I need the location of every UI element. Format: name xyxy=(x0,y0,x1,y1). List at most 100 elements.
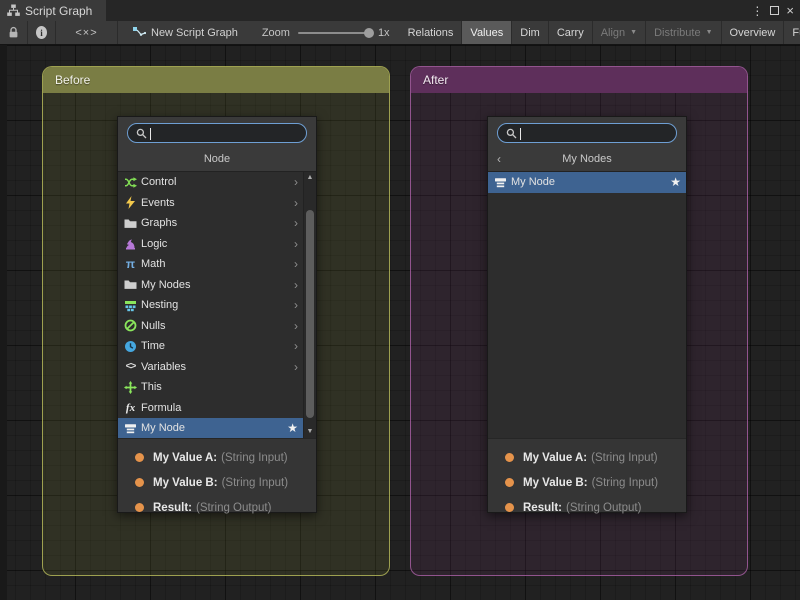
list-item-my-node[interactable]: My Node ★ xyxy=(488,172,686,193)
window-menu-icon[interactable]: ⋮ xyxy=(751,5,763,17)
list-item-label: Control xyxy=(141,176,176,188)
node-search-input[interactable] xyxy=(521,127,668,139)
graph-toolbar: i <×> New Script Graph Zoom 1x Relations… xyxy=(0,21,800,45)
lock-button[interactable] xyxy=(0,21,28,44)
values-label: Values xyxy=(470,27,503,39)
list-item-label: My Node xyxy=(141,422,185,434)
node-preview: My Value A: (String Input) My Value B: (… xyxy=(488,438,686,512)
port-row: Result: (String Output) xyxy=(118,495,316,520)
chevron-right-icon: › xyxy=(294,339,298,353)
finder-header-label: My Nodes xyxy=(562,153,612,165)
scroll-up-icon[interactable]: ▲ xyxy=(304,172,316,184)
list-item-nesting[interactable]: Nesting › xyxy=(118,295,316,316)
group-after-header[interactable]: After xyxy=(411,67,747,93)
text-caret xyxy=(150,128,151,140)
list-item-math[interactable]: π Math › xyxy=(118,254,316,275)
list-item-this[interactable]: This xyxy=(118,377,316,398)
list-item-label: Formula xyxy=(141,402,181,414)
port-dot xyxy=(135,503,144,512)
zoom-slider[interactable] xyxy=(298,32,370,34)
node-search-box[interactable] xyxy=(127,123,307,143)
new-script-graph-button[interactable]: New Script Graph xyxy=(118,21,252,44)
port-label: Result: xyxy=(523,502,562,514)
zoom-slider-thumb[interactable] xyxy=(364,28,374,38)
list-item-logic[interactable]: Logic › xyxy=(118,234,316,255)
star-icon[interactable]: ★ xyxy=(670,175,681,189)
list-scrollbar[interactable]: ▲ ▼ xyxy=(303,172,316,438)
list-item-label: This xyxy=(141,381,162,393)
info-icon: i xyxy=(36,26,47,39)
back-chevron-icon[interactable]: ‹ xyxy=(497,148,501,171)
fuzzy-finder-before: Node Control › Events › Graphs › xyxy=(117,116,317,513)
list-item-events[interactable]: Events › xyxy=(118,193,316,214)
zoom-label: Zoom xyxy=(262,27,290,39)
list-item-my-nodes[interactable]: My Nodes › xyxy=(118,275,316,296)
lock-icon xyxy=(7,26,20,39)
code-preview-button[interactable]: <×> xyxy=(56,21,118,44)
text-caret xyxy=(520,128,521,140)
logic-icon xyxy=(123,237,138,250)
nulls-icon xyxy=(123,319,138,332)
chevron-right-icon: › xyxy=(294,257,298,271)
carry-button[interactable]: Carry xyxy=(549,21,593,44)
graph-node-icon xyxy=(132,26,146,39)
maximize-icon[interactable] xyxy=(770,6,779,15)
list-item-label: Nesting xyxy=(141,299,178,311)
list-item-graphs[interactable]: Graphs › xyxy=(118,213,316,234)
list-item-time[interactable]: Time › xyxy=(118,336,316,357)
list-item-my-node[interactable]: My Node ★ xyxy=(118,418,316,438)
port-label: Result: xyxy=(153,502,192,514)
port-type: (String Output) xyxy=(196,502,271,514)
graph-canvas[interactable]: Before After Node Control xyxy=(0,45,800,600)
my-node-icon xyxy=(493,176,508,189)
canvas-left-edge xyxy=(0,45,7,600)
list-item-variables[interactable]: <> Variables › xyxy=(118,357,316,378)
inspect-button[interactable]: i xyxy=(28,21,56,44)
script-graph-icon xyxy=(7,4,20,17)
port-type: (String Input) xyxy=(221,452,287,464)
tab-script-graph[interactable]: Script Graph xyxy=(0,0,106,21)
port-dot xyxy=(505,503,514,512)
fuzzy-finder-after: ‹ My Nodes My Node ★ My Value A: (String… xyxy=(487,116,687,513)
relations-button[interactable]: Relations xyxy=(400,21,463,44)
port-type: (String Input) xyxy=(592,477,658,489)
list-item-control[interactable]: Control › xyxy=(118,172,316,193)
scrollbar-thumb[interactable] xyxy=(306,210,314,418)
node-list: My Node ★ xyxy=(488,171,686,438)
overview-label: Overview xyxy=(730,27,776,39)
port-label: My Value B: xyxy=(523,477,588,489)
port-dot xyxy=(505,453,514,462)
close-icon[interactable]: × xyxy=(786,4,794,17)
chevron-right-icon: › xyxy=(294,237,298,251)
node-preview: My Value A: (String Input) My Value B: (… xyxy=(118,438,316,512)
nesting-icon xyxy=(123,299,138,312)
dim-button[interactable]: Dim xyxy=(512,21,549,44)
full-screen-button[interactable]: Full Screen xyxy=(784,21,800,44)
node-search-input[interactable] xyxy=(151,127,298,139)
list-item-label: Graphs xyxy=(141,217,177,229)
finder-header: ‹ My Nodes xyxy=(488,148,686,171)
distribute-button[interactable]: Distribute▼ xyxy=(646,21,721,44)
list-item-formula[interactable]: fx Formula xyxy=(118,398,316,419)
port-dot xyxy=(135,453,144,462)
events-icon xyxy=(123,196,138,209)
chevron-right-icon: › xyxy=(294,360,298,374)
group-before-header[interactable]: Before xyxy=(43,67,389,93)
port-type: (String Output) xyxy=(566,502,641,514)
list-item-label: Logic xyxy=(141,238,167,250)
overview-button[interactable]: Overview xyxy=(722,21,785,44)
star-icon[interactable]: ★ xyxy=(287,421,298,435)
port-row: Result: (String Output) xyxy=(488,495,686,520)
tab-strip: Script Graph ⋮ × xyxy=(0,0,800,21)
port-label: My Value A: xyxy=(523,452,587,464)
list-item-nulls[interactable]: Nulls › xyxy=(118,316,316,337)
scroll-down-icon[interactable]: ▼ xyxy=(304,426,316,438)
align-button[interactable]: Align▼ xyxy=(593,21,646,44)
list-item-label: My Node xyxy=(511,176,555,188)
node-list: Control › Events › Graphs › Logic › xyxy=(118,171,316,438)
variables-icon: <> xyxy=(123,361,138,372)
values-button[interactable]: Values xyxy=(462,21,512,44)
formula-icon: fx xyxy=(123,402,138,414)
chevron-down-icon: ▼ xyxy=(706,29,713,36)
node-search-box[interactable] xyxy=(497,123,677,143)
